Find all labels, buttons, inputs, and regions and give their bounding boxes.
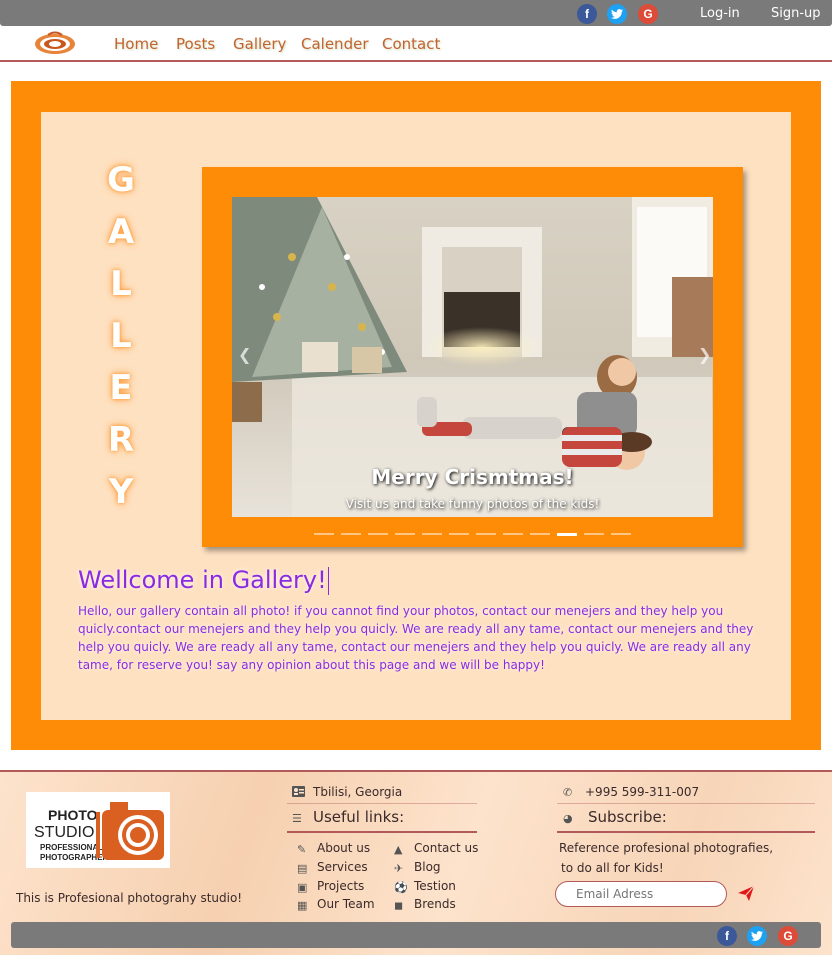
list-icon: ☰	[292, 812, 302, 825]
link-contact-us[interactable]: Contact us	[414, 841, 478, 855]
subscribe-text-line1: Reference profesional photografies,	[559, 841, 774, 855]
nav-home[interactable]: Home	[114, 35, 158, 53]
facebook-icon[interactable]: f	[577, 4, 597, 24]
subscribe-text-line2: to do all for Kids!	[561, 861, 664, 875]
video-icon: ◼	[394, 899, 404, 912]
carousel-prev-icon[interactable]: ❮	[238, 345, 251, 364]
divider	[287, 803, 477, 804]
footer-phone: +995 599-311-007	[585, 785, 700, 799]
carousel-indicator[interactable]	[611, 533, 631, 535]
carousel-indicator[interactable]	[584, 533, 604, 535]
carousel-next-icon[interactable]: ❯	[698, 345, 711, 364]
nav-contact[interactable]: Contact	[382, 35, 440, 53]
welcome-title-text: Wellcome in Gallery!	[78, 566, 327, 594]
grid-icon: ▦	[297, 899, 308, 912]
welcome-paragraph: Hello, our gallery contain all photo! if…	[78, 604, 754, 672]
link-our-team[interactable]: Our Team	[317, 897, 375, 911]
slide-title: Merry Crismtmas!	[371, 465, 574, 489]
subscribe-title: Subscribe:	[588, 808, 667, 826]
edit-icon: ✎	[297, 843, 307, 856]
carousel-indicator[interactable]	[557, 533, 577, 536]
top-bar: f G Log-in Sign-up	[0, 0, 832, 26]
vertical-title-letter: E	[109, 368, 133, 408]
useful-links-title: Useful links:	[313, 808, 405, 826]
carousel-indicator[interactable]	[530, 533, 550, 535]
plane-icon: ✈	[394, 862, 404, 875]
bottom-bar: f G	[11, 922, 821, 948]
main-nav: Home Posts Gallery Calender Contact	[0, 26, 832, 62]
twitter-icon[interactable]	[747, 926, 767, 946]
link-about-us[interactable]: About us	[317, 841, 370, 855]
phone-icon: ✆	[563, 786, 573, 799]
facebook-icon[interactable]: f	[717, 926, 737, 946]
email-input[interactable]	[555, 881, 727, 907]
link-services[interactable]: Services	[317, 860, 368, 874]
file-icon: ▤	[297, 862, 308, 875]
link-blog[interactable]: Blog	[414, 860, 441, 874]
carousel-indicator[interactable]	[341, 533, 361, 535]
text-cursor	[327, 567, 329, 595]
divider	[287, 831, 477, 833]
ball-icon: ⚽	[394, 881, 408, 894]
carousel-indicator[interactable]	[476, 533, 496, 535]
pie-chart-icon: ◕	[563, 812, 573, 825]
site-logo[interactable]	[34, 30, 76, 56]
image-icon: ▣	[297, 881, 308, 894]
link-brends[interactable]: Brends	[414, 897, 456, 911]
vertical-title-letter: L	[110, 316, 132, 356]
divider	[557, 831, 815, 833]
slide-subtitle: Visit us and take funny photos of the ki…	[345, 497, 600, 511]
logo-text-professional: PROFESSIONAL	[40, 843, 103, 852]
carousel-indicator[interactable]	[368, 533, 388, 535]
footer-address: Tbilisi, Georgia	[313, 785, 403, 799]
google-icon[interactable]: G	[778, 926, 798, 946]
send-icon[interactable]	[738, 885, 755, 905]
logo-text-photo: PHOTO	[48, 807, 98, 823]
twitter-icon[interactable]	[607, 4, 627, 24]
signup-link[interactable]: Sign-up	[771, 6, 821, 21]
logo-text-studio: STUDIO	[34, 824, 94, 841]
login-link[interactable]: Log-in	[700, 6, 740, 21]
vertical-title-letter: Y	[108, 472, 134, 512]
welcome-title: Wellcome in Gallery!	[78, 566, 329, 595]
vertical-title-letter: G	[107, 160, 135, 200]
address-card-icon	[292, 786, 305, 800]
bank-icon: ▲	[394, 843, 403, 856]
vertical-title-letter: L	[110, 264, 132, 304]
carousel-indicator[interactable]	[503, 533, 523, 535]
footer-tagline: This is Profesional photograhy studio!	[16, 891, 243, 905]
nav-posts[interactable]: Posts	[176, 35, 215, 53]
google-icon[interactable]: G	[638, 4, 658, 24]
nav-gallery[interactable]: Gallery	[233, 35, 286, 53]
link-testion[interactable]: Testion	[414, 879, 456, 893]
carousel-indicator[interactable]	[314, 533, 334, 535]
divider	[557, 803, 815, 804]
nav-calender[interactable]: Calender	[301, 35, 369, 53]
vertical-title-letter: A	[107, 212, 135, 252]
carousel-indicator[interactable]	[422, 533, 442, 535]
link-projects[interactable]: Projects	[317, 879, 364, 893]
vertical-title-letter: R	[107, 420, 135, 460]
carousel-indicator[interactable]	[395, 533, 415, 535]
carousel-indicator[interactable]	[449, 533, 469, 535]
photo-studio-logo: PHOTO STUDIO PROFESSIONAL PHOTOGRAPHER	[26, 792, 170, 868]
